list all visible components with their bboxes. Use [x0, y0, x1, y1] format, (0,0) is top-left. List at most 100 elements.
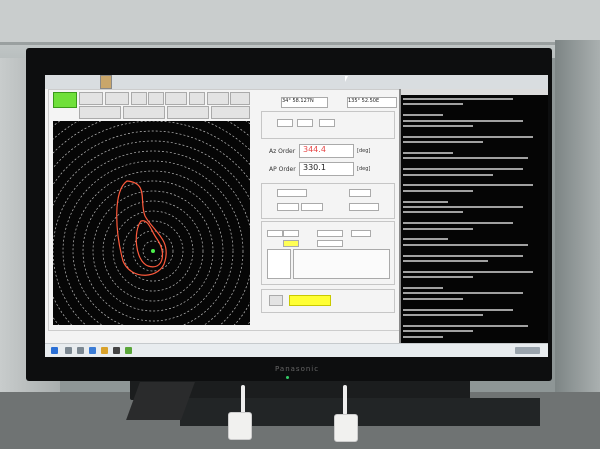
input-field[interactable] — [351, 230, 371, 237]
app-icon[interactable] — [89, 347, 96, 354]
terminal-line — [403, 297, 463, 300]
lat-value: 34° 58.127N — [282, 98, 314, 104]
input-field[interactable] — [277, 119, 293, 127]
ap-field[interactable]: 330.1 — [299, 162, 354, 176]
input-field[interactable] — [319, 119, 335, 127]
center-marker — [151, 249, 155, 253]
input-field[interactable] — [283, 230, 299, 237]
taskview-icon[interactable] — [77, 347, 84, 354]
terminal-line — [403, 238, 448, 241]
range-ring — [72, 170, 234, 325]
toolbar-button[interactable] — [148, 92, 164, 105]
highlight-field[interactable] — [283, 240, 299, 247]
terminal-line — [403, 189, 473, 192]
toolbar-button[interactable] — [79, 92, 103, 105]
app-icon[interactable] — [125, 347, 132, 354]
lat-field[interactable]: 34° 58.127N — [281, 97, 328, 108]
input-field[interactable] — [277, 189, 307, 197]
terminal-icon[interactable] — [113, 347, 120, 354]
terminal-line — [403, 152, 453, 154]
terminal-line — [403, 206, 523, 208]
toolbar-button[interactable] — [207, 92, 229, 105]
toolbar-button[interactable] — [189, 92, 205, 105]
clock-icon — [515, 347, 540, 354]
terminal-line — [403, 98, 513, 100]
terminal-line — [403, 330, 473, 333]
usb-plug — [334, 414, 358, 442]
checkbox-list[interactable] — [267, 249, 291, 279]
terminal-line — [403, 211, 463, 214]
terminal-line — [403, 314, 483, 316]
terminal-line — [403, 141, 483, 144]
usb-plug — [228, 412, 252, 440]
terminal-line — [403, 200, 448, 203]
app-window: 34° 58.127N 135° 52.50E Az Order 344.4 [… — [48, 89, 400, 331]
polar-plot[interactable] — [53, 121, 250, 325]
terminal-line — [403, 157, 528, 160]
input-field[interactable] — [317, 230, 343, 237]
terminal-line — [403, 114, 443, 117]
toolbar-button[interactable] — [105, 92, 129, 105]
range-ring — [53, 130, 250, 325]
terminal-line — [403, 168, 523, 171]
control-panel: 34° 58.127N 135° 52.50E Az Order 344.4 [… — [259, 93, 397, 329]
az-label: Az Order — [269, 148, 296, 155]
ap-label: AP Order — [269, 166, 296, 173]
input-field[interactable] — [277, 203, 299, 211]
terminal-window — [399, 89, 548, 343]
toolbar-button[interactable] — [79, 106, 121, 119]
terminal-line — [403, 135, 533, 138]
desktop — [45, 75, 548, 89]
terminal-line — [403, 184, 533, 187]
terminal-line — [403, 324, 528, 327]
terminal-line — [403, 243, 528, 246]
terminal-line — [403, 125, 473, 127]
search-icon[interactable] — [65, 347, 72, 354]
terminal-line — [403, 308, 513, 311]
az-field[interactable]: 344.4 — [299, 144, 354, 158]
terminal-line — [403, 287, 443, 289]
toolbar-button[interactable] — [167, 106, 209, 119]
contour-line — [135, 220, 164, 268]
input-field[interactable] — [267, 230, 283, 237]
az-value: 344.4 — [303, 145, 326, 154]
input-field[interactable] — [317, 240, 343, 247]
right-equipment — [555, 40, 600, 449]
input-field[interactable] — [301, 203, 323, 211]
mouse-cursor-icon — [345, 76, 348, 82]
toolbar-button[interactable] — [211, 106, 250, 119]
terminal-line — [403, 292, 523, 295]
input-field[interactable] — [297, 119, 313, 127]
ap-value: 330.1 — [303, 163, 326, 172]
input-field[interactable] — [349, 189, 371, 197]
toolbar-button[interactable] — [123, 106, 165, 119]
file-icon[interactable] — [100, 75, 112, 89]
toolbar-button[interactable] — [230, 92, 250, 105]
terminal-line — [403, 119, 523, 122]
lon-value: 135° 52.50E — [348, 98, 380, 104]
green-button[interactable] — [53, 92, 77, 108]
terminal-line — [403, 254, 523, 257]
az-unit: [deg] — [357, 148, 371, 154]
yellow-button[interactable] — [289, 295, 331, 306]
toolbar-button[interactable] — [131, 92, 147, 105]
taskbar — [45, 343, 548, 357]
terminal-line — [403, 276, 473, 279]
log-list[interactable] — [293, 249, 390, 279]
power-led — [286, 376, 289, 379]
small-button[interactable] — [269, 295, 283, 306]
ap-unit: [deg] — [357, 166, 371, 172]
terminal-line — [403, 227, 473, 230]
toolbar-button[interactable] — [165, 92, 187, 105]
polar-plot-svg — [53, 121, 250, 325]
terminal-line — [403, 270, 533, 273]
terminal-titlebar — [401, 89, 548, 95]
terminal-line — [403, 103, 463, 106]
start-icon[interactable] — [51, 347, 58, 354]
monitor-screen: 34° 58.127N 135° 52.50E Az Order 344.4 [… — [45, 75, 548, 357]
monitor-brand: Panasonic — [275, 365, 320, 373]
input-field[interactable] — [349, 203, 379, 211]
folder-icon[interactable] — [101, 347, 108, 354]
cable — [343, 385, 347, 415]
lon-field[interactable]: 135° 52.50E — [347, 97, 397, 108]
